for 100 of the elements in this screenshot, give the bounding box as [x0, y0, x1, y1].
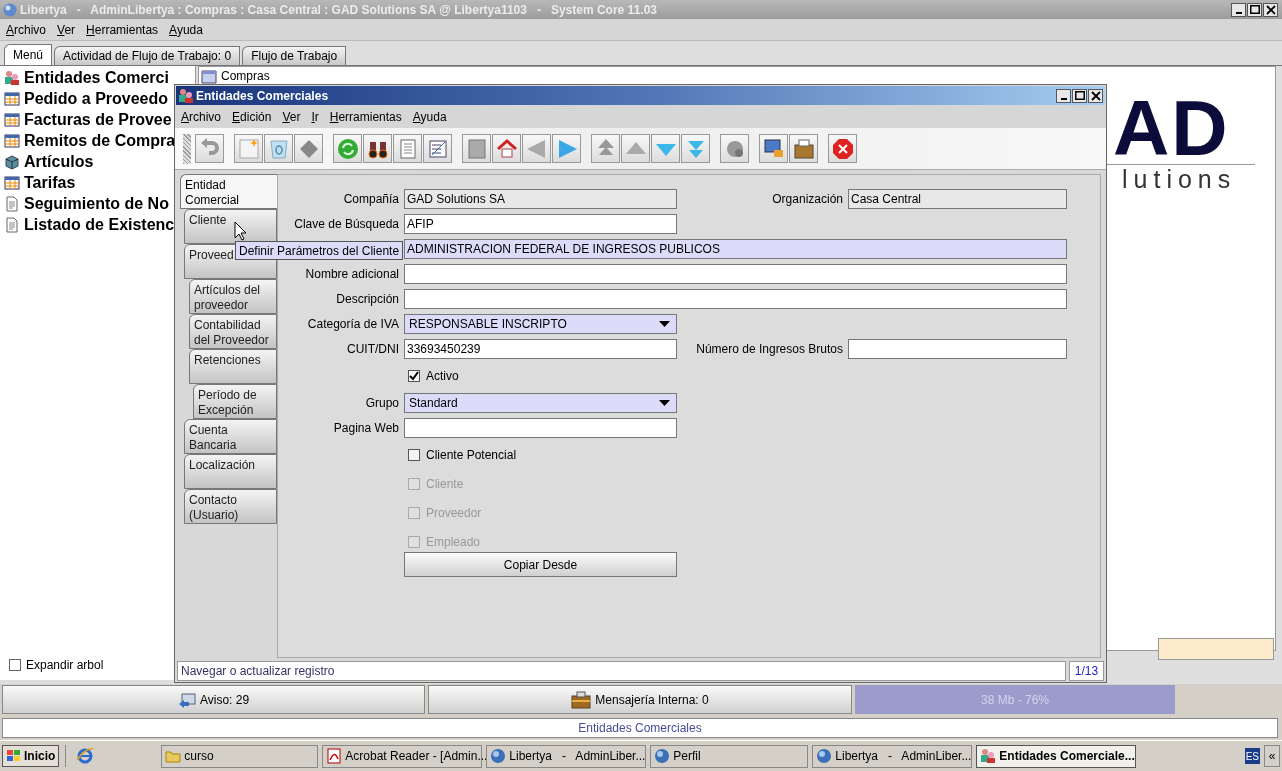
- checkbox-label: Empleado: [426, 533, 481, 551]
- toolbar-button[interactable]: [363, 134, 392, 163]
- menu-item[interactable]: Ayuda: [169, 20, 203, 39]
- checkbox-label: Cliente: [426, 475, 464, 493]
- globe-icon: [816, 748, 833, 764]
- archive-icon: [791, 136, 816, 161]
- globe-icon: [654, 748, 671, 764]
- folder-icon: [165, 748, 182, 764]
- side-tab[interactable]: Contabilidad del Proveedor: [189, 314, 277, 349]
- input-field[interactable]: Casa Central: [848, 188, 1067, 209]
- cursor-icon: [234, 221, 247, 241]
- minimize-button[interactable]: [1231, 2, 1246, 17]
- mail-arrow-icon: [177, 691, 196, 708]
- side-tab[interactable]: Cuenta Bancaria: [184, 419, 277, 454]
- menu-item[interactable]: Ir: [311, 107, 319, 126]
- taskbar-item[interactable]: Libertya - AdminLiber...: [812, 744, 973, 768]
- toolbar-button[interactable]: [759, 134, 788, 163]
- menu-item[interactable]: Herramientas: [86, 20, 159, 39]
- start-button[interactable]: Inicio: [2, 745, 60, 767]
- side-tab[interactable]: Entidad Comercial: [180, 174, 277, 209]
- side-tab[interactable]: Artículos del proveedor: [189, 279, 277, 314]
- messages-button[interactable]: Mensajería Interna: 0: [428, 685, 852, 714]
- maximize-button[interactable]: [1072, 88, 1087, 103]
- close-icon: [1265, 4, 1276, 15]
- taskbar-item[interactable]: Libertya - AdminLiber...: [486, 744, 647, 768]
- menu-item[interactable]: Ayuda: [412, 107, 447, 126]
- menu-item[interactable]: Herramientas: [329, 107, 402, 126]
- refresh-icon: [335, 136, 360, 161]
- table-window-icon: [4, 174, 20, 191]
- globe-icon: [3, 2, 17, 17]
- field-label: Número de Ingresos Brutos: [696, 341, 843, 356]
- tree-node[interactable]: Compras: [221, 67, 270, 85]
- taskbar-item[interactable]: Entidades Comerciale...: [976, 744, 1137, 768]
- minimize-button[interactable]: [1056, 88, 1071, 103]
- status-message: Navegar o actualizar registro: [177, 661, 1066, 681]
- window-title: Entidades Comerciales: [196, 87, 330, 105]
- dropdown[interactable]: RESPONSABLE INSCRIPTO: [404, 313, 677, 334]
- menu-item[interactable]: Ver: [57, 20, 76, 39]
- field-label: Clave de Búsqueda: [294, 216, 399, 231]
- minimize-icon: [1235, 11, 1242, 14]
- input-field[interactable]: ADMINISTRACION FEDERAL DE INGRESOS PUBLICOS: [404, 238, 1067, 259]
- folder-icon: [201, 68, 217, 84]
- taskbar-item[interactable]: Perfil: [650, 744, 809, 768]
- field-label: Compañía: [343, 191, 399, 206]
- close-icon: [1090, 90, 1101, 101]
- minimize-icon: [1060, 97, 1067, 100]
- input-field[interactable]: [404, 417, 677, 438]
- checkbox-label: Activo: [426, 367, 459, 385]
- checkbox[interactable]: [408, 448, 420, 461]
- checkbox[interactable]: [408, 369, 420, 382]
- close-button[interactable]: [1263, 2, 1278, 17]
- windows-logo-icon: [6, 749, 22, 763]
- tab[interactable]: Flujo de Trabajo: [242, 46, 347, 65]
- logo-subtitle: lutions: [1122, 166, 1237, 192]
- table-window-icon: [4, 90, 20, 107]
- language-indicator[interactable]: ES: [1244, 748, 1260, 764]
- side-tab[interactable]: Localización: [184, 454, 277, 489]
- document-icon: [4, 216, 20, 233]
- input-field[interactable]: AFIP: [404, 213, 677, 234]
- search-field[interactable]: [1158, 638, 1274, 660]
- tab[interactable]: Menú: [4, 44, 53, 65]
- maximize-button[interactable]: [1247, 2, 1262, 17]
- input-field[interactable]: [404, 288, 1067, 309]
- checkbox-label: Proveedor: [426, 504, 482, 522]
- copy-from-button[interactable]: Copiar Desde: [404, 552, 677, 577]
- input-field[interactable]: [404, 263, 1067, 284]
- checkbox-label: Cliente Potencial: [426, 446, 517, 464]
- expand-tray-button[interactable]: «: [1264, 745, 1280, 767]
- maximize-icon: [1249, 5, 1260, 14]
- menu-item[interactable]: Edición: [232, 107, 272, 126]
- input-field[interactable]: 33693450239: [404, 338, 677, 359]
- alerts-button[interactable]: Aviso: 29: [2, 685, 425, 714]
- document-icon: [4, 195, 20, 212]
- expand-tree-checkbox[interactable]: [9, 659, 21, 671]
- field-label: Organización: [772, 191, 843, 206]
- side-tab[interactable]: Cliente: [184, 209, 277, 244]
- input-field[interactable]: [848, 338, 1067, 359]
- people-icon: [178, 87, 194, 104]
- tooltip: Definir Parámetros del Cliente: [235, 241, 404, 260]
- toolbar-grip[interactable]: [183, 133, 191, 164]
- field-label: Grupo: [365, 395, 399, 410]
- menu-item[interactable]: Ver: [282, 107, 301, 126]
- close-button[interactable]: [1088, 88, 1103, 103]
- window-title: Libertya - AdminLibertya : Compras : Casa Central : GAD Solutions SA @ Libertya1103 - System Core 11.03: [20, 1, 658, 19]
- field-label: CUIT/DNI: [347, 341, 399, 356]
- menu-item[interactable]: Archivo: [181, 107, 222, 126]
- taskbar-item[interactable]: curso: [161, 744, 319, 768]
- side-tab[interactable]: Retenciones: [189, 349, 277, 384]
- side-tab[interactable]: Período de Excepción: [193, 384, 277, 419]
- menu-item[interactable]: Archivo: [6, 20, 47, 39]
- side-tab[interactable]: Contacto (Usuario): [184, 489, 277, 524]
- table-window-icon: [4, 111, 20, 128]
- globe-icon: [490, 748, 507, 764]
- window-name: Entidades Comerciales: [578, 720, 702, 737]
- tab[interactable]: Actividad de Flujo de Trabajo: 0: [54, 46, 241, 65]
- close-icon: [830, 136, 855, 161]
- field-label: Nombre adicional: [305, 266, 399, 281]
- browser-icon[interactable]: [76, 747, 95, 765]
- input-field[interactable]: GAD Solutions SA: [404, 188, 677, 209]
- dropdown[interactable]: Standard: [404, 392, 677, 413]
